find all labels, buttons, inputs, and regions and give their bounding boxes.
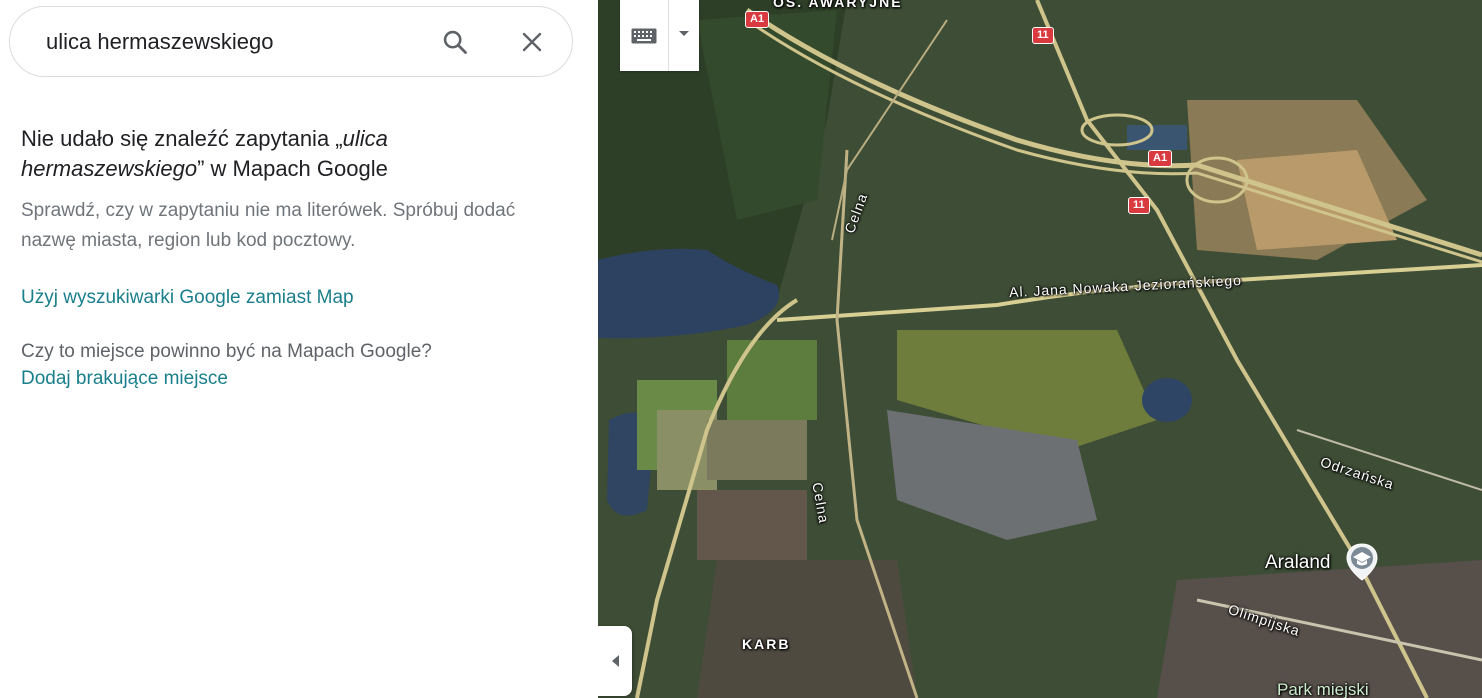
keyboard-icon — [631, 28, 657, 43]
chevron-left-icon — [611, 655, 619, 667]
osiedle-label: OS. AWARYJNE — [773, 0, 903, 10]
search-icon — [443, 30, 467, 54]
missing-place-question: Czy to miejsce powinno być na Mapach Goo… — [21, 341, 432, 362]
heading-prefix: Nie udało się znaleźć zapytania „ — [21, 126, 343, 151]
search-box — [9, 6, 573, 77]
route-11-shield-mid: 11 — [1128, 197, 1150, 214]
search-button[interactable] — [438, 25, 472, 59]
keyboard-button[interactable] — [620, 0, 668, 71]
no-results-section: Nie udało się znaleźć zapytania „ulica h… — [21, 124, 561, 392]
route-11-shield: 11 — [1032, 27, 1054, 44]
input-tools-dropdown[interactable] — [668, 0, 699, 71]
arrow-drop-down-icon — [679, 30, 689, 36]
spelling-hint: Sprawdź, czy w zapytaniu nie ma literówe… — [21, 200, 516, 251]
araland-place-label[interactable]: Araland — [1265, 552, 1331, 574]
input-tools-control — [620, 0, 699, 71]
satellite-map[interactable]: A1 A1 11 11 OS. AWARYJNE KARB Celna Celn… — [597, 0, 1482, 698]
add-missing-place-link[interactable]: Dodaj brakujące miejsce — [21, 365, 561, 392]
a1-road-shield: A1 — [745, 11, 770, 28]
heading-suffix: ” w Mapach Google — [197, 156, 388, 181]
google-search-link[interactable]: Użyj wyszukiwarki Google zamiast Map — [21, 283, 561, 313]
results-panel: Nie udało się znaleźć zapytania „ulica h… — [0, 0, 598, 698]
a1-road-shield-mid: A1 — [1148, 150, 1173, 167]
karb-label: KARB — [742, 636, 791, 652]
school-pin-icon[interactable] — [1344, 542, 1380, 582]
maps-app: Nie udało się znaleźć zapytania „ulica h… — [0, 0, 1482, 698]
close-icon — [522, 32, 542, 52]
park-label: Park miejski — [1277, 680, 1369, 698]
search-input[interactable] — [46, 26, 426, 58]
collapse-panel-button[interactable] — [597, 626, 632, 696]
clear-search-button[interactable] — [515, 25, 549, 59]
no-results-heading: Nie udało się znaleźć zapytania „ulica h… — [21, 124, 561, 184]
satellite-imagery — [597, 0, 1482, 698]
